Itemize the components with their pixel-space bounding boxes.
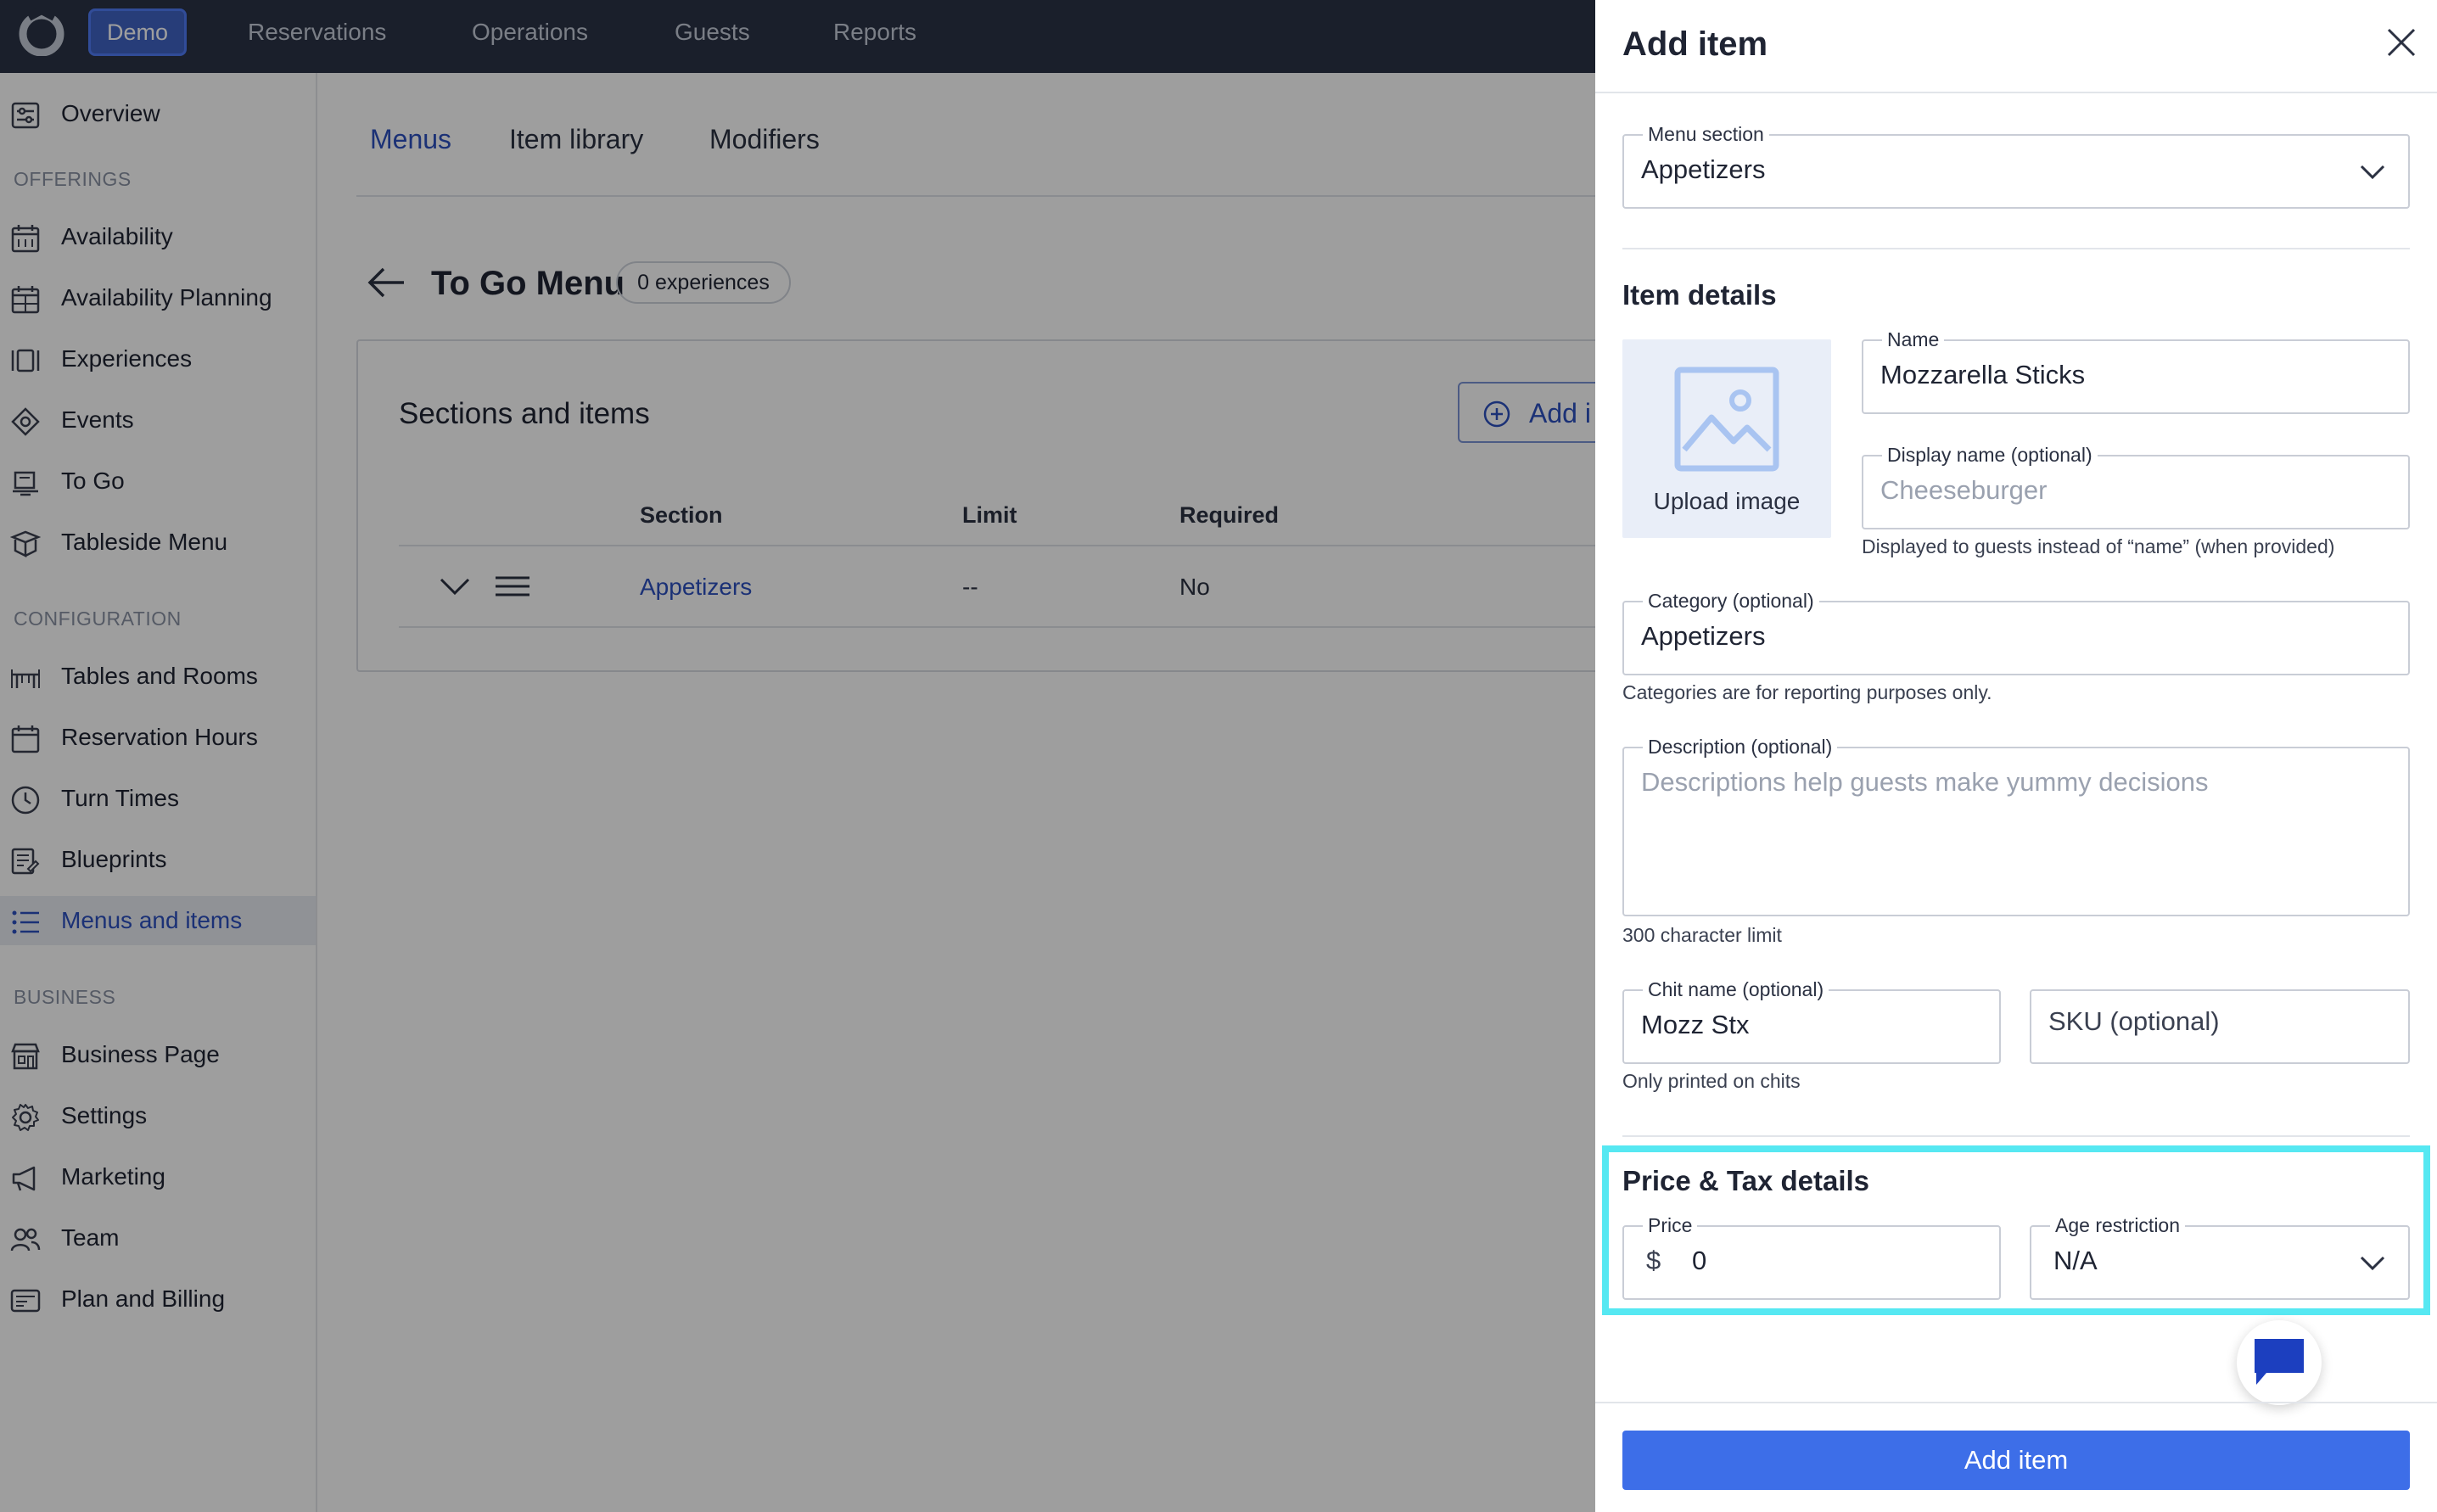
chit-name-value: Mozz Stx bbox=[1641, 1010, 1750, 1039]
category-value: Appetizers bbox=[1641, 621, 1766, 651]
menu-section-select[interactable]: Menu section Appetizers bbox=[1622, 122, 2410, 209]
description-label: Description (optional) bbox=[1643, 735, 1838, 759]
age-restriction-label: Age restriction bbox=[2050, 1213, 2186, 1237]
menu-section-label: Menu section bbox=[1643, 122, 1769, 146]
menu-section-value: Appetizers bbox=[1641, 154, 1766, 184]
description-textarea[interactable]: Description (optional) Descriptions help… bbox=[1622, 735, 2410, 916]
sku-field[interactable]: SKU (optional) bbox=[2030, 989, 2410, 1064]
upload-image-label: Upload image bbox=[1653, 488, 1801, 514]
display-name-label: Display name (optional) bbox=[1882, 443, 2098, 467]
description-helper: 300 character limit bbox=[1622, 924, 1782, 946]
currency-symbol: $ bbox=[1646, 1246, 1661, 1275]
category-field[interactable]: Category (optional) Appetizers bbox=[1622, 589, 2410, 675]
add-item-drawer: Add item Menu section Appetizers Item de… bbox=[1595, 0, 2437, 1512]
category-label: Category (optional) bbox=[1643, 589, 1819, 613]
chit-name-label: Chit name (optional) bbox=[1643, 977, 1829, 1001]
add-item-submit-button[interactable]: Add item bbox=[1622, 1431, 2410, 1490]
category-helper: Categories are for reporting purposes on… bbox=[1622, 681, 1992, 703]
drawer-title: Add item bbox=[1622, 25, 1768, 63]
display-name-placeholder: Cheeseburger bbox=[1880, 475, 2048, 505]
name-label: Name bbox=[1882, 328, 1945, 351]
sku-placeholder: SKU (optional) bbox=[2048, 1006, 2220, 1036]
display-name-field[interactable]: Display name (optional) Cheeseburger bbox=[1862, 443, 2410, 529]
footer-divider bbox=[1595, 1402, 2437, 1403]
section-divider bbox=[1622, 1135, 2410, 1137]
drawer-header-divider bbox=[1595, 92, 2437, 93]
price-value: 0 bbox=[1692, 1246, 1707, 1275]
price-label: Price bbox=[1643, 1213, 1698, 1237]
age-restriction-select[interactable]: Age restriction N/A bbox=[2030, 1213, 2410, 1300]
close-icon[interactable] bbox=[2384, 25, 2418, 59]
chat-icon bbox=[2255, 1339, 2304, 1385]
name-value: Mozzarella Sticks bbox=[1880, 360, 2086, 389]
price-tax-heading: Price & Tax details bbox=[1622, 1165, 1870, 1196]
display-name-helper: Displayed to guests instead of “name” (w… bbox=[1862, 535, 2335, 557]
description-placeholder: Descriptions help guests make yummy deci… bbox=[1641, 767, 2209, 797]
section-divider bbox=[1622, 248, 2410, 249]
image-placeholder-icon bbox=[1674, 367, 1779, 472]
name-field[interactable]: Name Mozzarella Sticks bbox=[1862, 328, 2410, 414]
chat-support-button[interactable] bbox=[2237, 1320, 2322, 1405]
chit-name-field[interactable]: Chit name (optional) Mozz Stx bbox=[1622, 977, 2001, 1064]
age-restriction-value: N/A bbox=[2053, 1246, 2098, 1275]
modal-backdrop[interactable] bbox=[0, 0, 1595, 1512]
upload-image-button[interactable]: Upload image bbox=[1622, 339, 1831, 538]
chit-name-helper: Only printed on chits bbox=[1622, 1070, 1801, 1092]
chevron-down-icon bbox=[2360, 1256, 2385, 1271]
price-field[interactable]: Price $ 0 bbox=[1622, 1213, 2001, 1300]
item-details-heading: Item details bbox=[1622, 279, 1777, 311]
chevron-down-icon bbox=[2360, 165, 2385, 180]
